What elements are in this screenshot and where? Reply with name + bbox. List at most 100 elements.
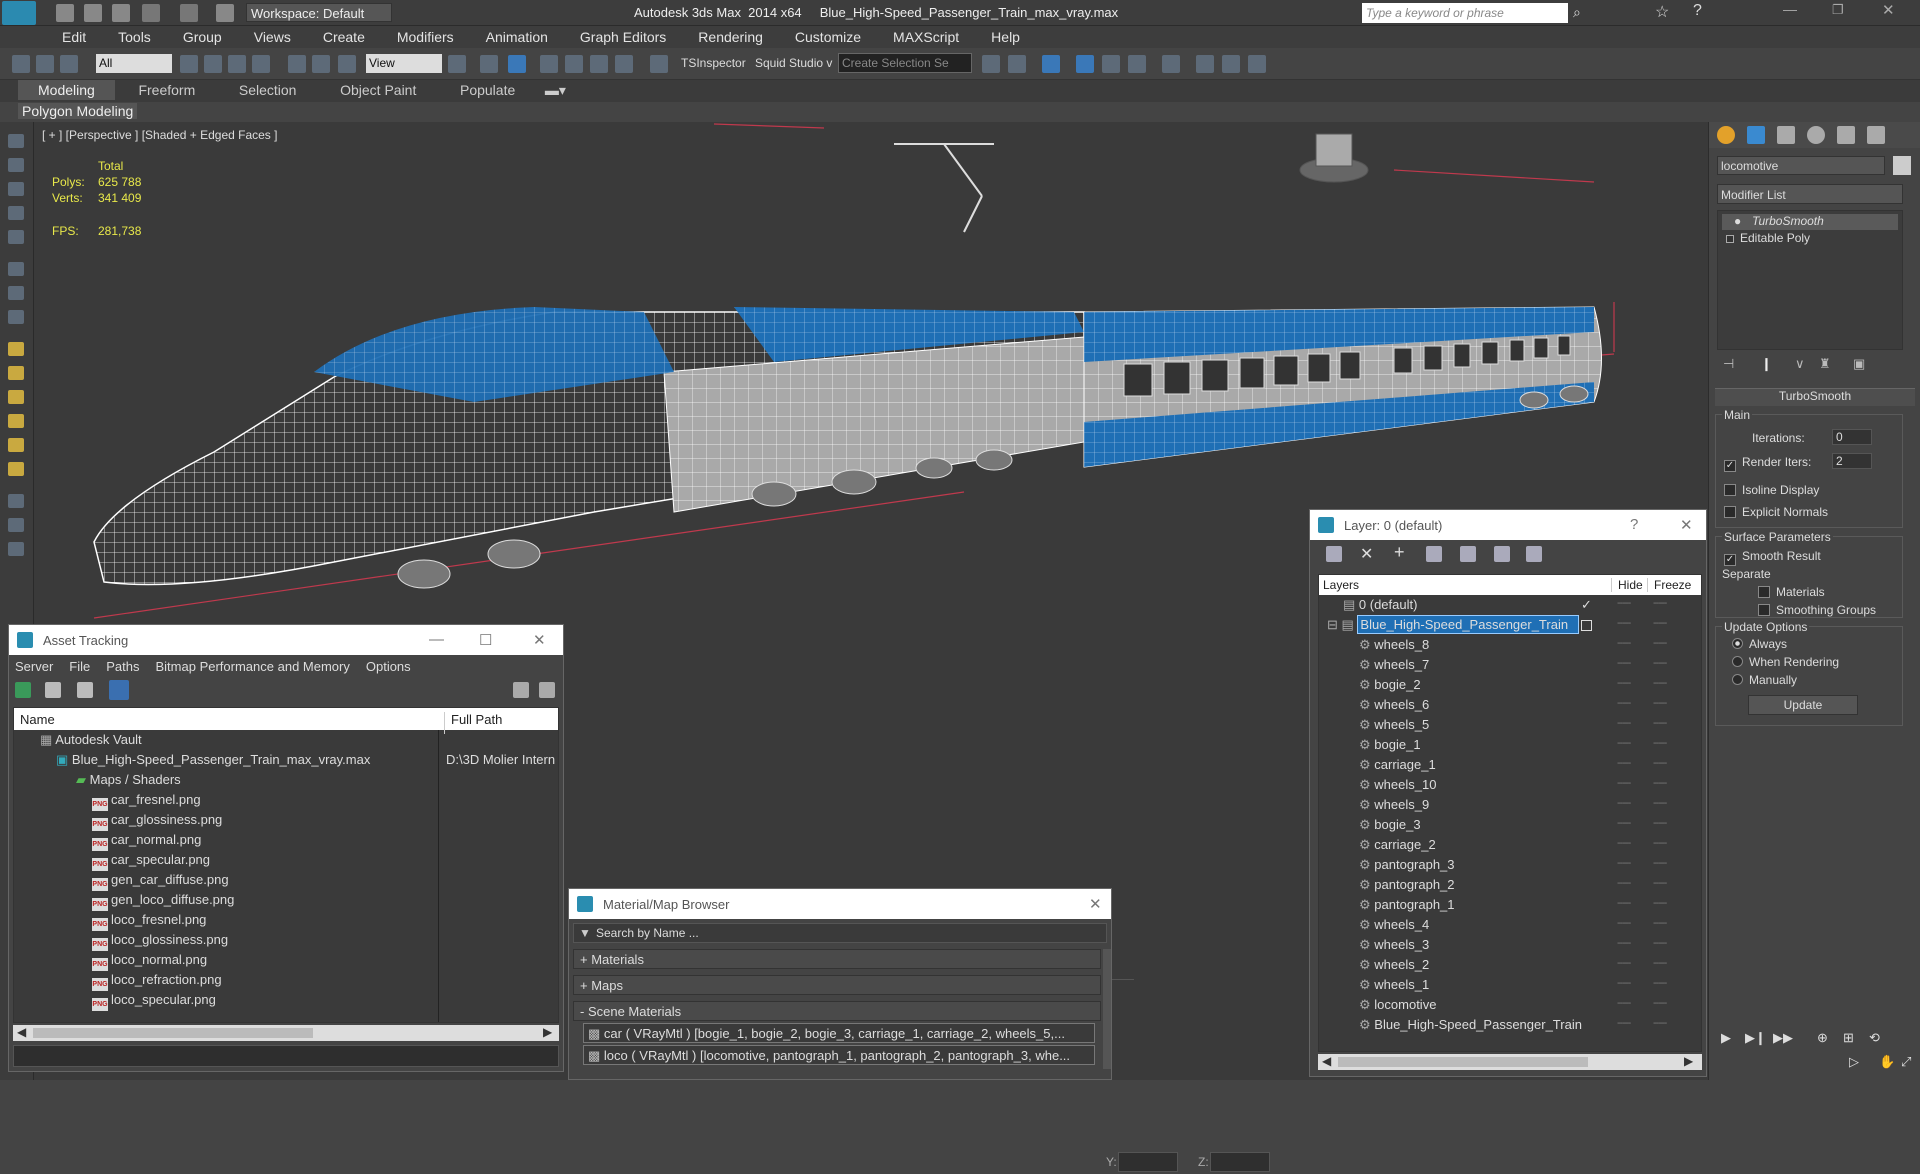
tool-icon-1[interactable] [8, 134, 24, 148]
align-icon[interactable] [1008, 55, 1026, 73]
col-hide[interactable]: Hide [1611, 578, 1643, 592]
select-icon[interactable] [180, 55, 198, 73]
scene-material-loco[interactable]: ▩ loco ( VRayMtl ) [locomotive, pantogra… [583, 1045, 1095, 1065]
select-manipulate-icon[interactable] [480, 55, 498, 73]
material-scrollbar[interactable] [1103, 949, 1111, 1069]
smooth-result-checkbox[interactable]: ✓ Smooth Result [1724, 549, 1821, 566]
freeze-toggle[interactable]: ----- [1653, 737, 1667, 749]
hide-toggle[interactable]: ----- [1617, 657, 1631, 669]
search-field[interactable]: Type a keyword or phrase [1362, 3, 1568, 23]
maximize-icon[interactable]: ☐ [479, 631, 492, 649]
hierarchy-tab-icon[interactable] [1777, 126, 1795, 144]
named-selection-dropdown[interactable]: Create Selection Se [838, 53, 972, 73]
lightbulb-icon[interactable]: ● [1734, 214, 1741, 228]
make-unique-icon[interactable]: ∨ [1795, 356, 1805, 372]
tab-object-paint[interactable]: Object Paint [320, 80, 436, 100]
scroll-right-icon[interactable]: ▶ [1684, 1054, 1693, 1068]
create-layer-icon[interactable] [1326, 546, 1342, 562]
hide-all-icon[interactable] [1494, 546, 1510, 562]
tool-icon-16[interactable] [8, 518, 24, 532]
asset-row-map[interactable]: PNG loco_refraction.png [14, 972, 222, 992]
asset-row-map[interactable]: PNG gen_loco_diffuse.png [14, 892, 234, 912]
hide-toggle[interactable]: ----- [1617, 937, 1631, 949]
help-icon[interactable]: ? [1693, 2, 1702, 20]
grid-view-icon[interactable] [109, 680, 129, 700]
tool-icon-12[interactable] [8, 414, 24, 428]
selection-filter-dropdown[interactable]: All [96, 54, 172, 73]
new-file-icon[interactable] [56, 4, 74, 22]
menu-edit[interactable]: Edit [62, 26, 100, 48]
asset-row-map[interactable]: PNG loco_fresnel.png [14, 912, 206, 932]
explicit-normals-checkbox[interactable]: Explicit Normals [1724, 505, 1828, 519]
hide-toggle[interactable]: ----- [1617, 597, 1631, 609]
freeze-toggle[interactable]: ----- [1653, 817, 1667, 829]
layer-object-row[interactable]: ⚙ wheels_1 ----- ----- [1319, 977, 1701, 997]
angle-snap-icon[interactable] [565, 55, 583, 73]
freeze-toggle[interactable]: ----- [1653, 917, 1667, 929]
menu-server[interactable]: Server [15, 659, 53, 674]
schematic-view-icon[interactable] [1128, 55, 1146, 73]
delete-layer-icon[interactable]: ✕ [1360, 544, 1373, 564]
layer-object-row[interactable]: ⚙ bogie_2 ----- ----- [1319, 677, 1701, 697]
expand-icon[interactable] [1726, 235, 1734, 243]
refresh-icon[interactable] [15, 682, 31, 698]
menu-group[interactable]: Group [183, 26, 236, 48]
list-view-icon[interactable] [45, 682, 61, 698]
freeze-toggle[interactable]: ----- [1653, 697, 1667, 709]
freeze-toggle[interactable]: ----- [1653, 657, 1667, 669]
hide-toggle[interactable]: ----- [1617, 617, 1631, 629]
pivot-icon[interactable] [448, 55, 466, 73]
close-icon[interactable]: ✕ [1680, 516, 1693, 534]
freeze-toggle[interactable]: ----- [1653, 1017, 1667, 1029]
active-check-icon[interactable]: ✓ [1581, 597, 1592, 613]
binoculars-icon[interactable]: ⌕ [1573, 4, 1581, 21]
stack-item-editable-poly[interactable]: Editable Poly [1722, 231, 1898, 247]
scroll-left-icon[interactable]: ◀ [17, 1025, 26, 1039]
layer-object-row[interactable]: ⚙ wheels_6 ----- ----- [1319, 697, 1701, 717]
tool-icon-15[interactable] [8, 494, 24, 508]
menu-tools[interactable]: Tools [118, 26, 165, 48]
scene-material-car[interactable]: ▩ car ( VRayMtl ) [bogie_1, bogie_2, bog… [583, 1023, 1095, 1043]
settings-icon[interactable] [539, 682, 555, 698]
asset-tracking-titlebar[interactable]: Asset Tracking — ☐ ✕ [9, 625, 563, 655]
layer-object-row[interactable]: ⚙ wheels_8 ----- ----- [1319, 637, 1701, 657]
freeze-toggle[interactable]: ----- [1653, 717, 1667, 729]
modifier-list-dropdown[interactable]: Modifier List [1717, 184, 1903, 204]
y-field[interactable] [1118, 1152, 1178, 1172]
freeze-toggle[interactable]: ----- [1653, 897, 1667, 909]
tool-icon-7[interactable] [8, 286, 24, 300]
hide-toggle[interactable]: ----- [1617, 717, 1631, 729]
menu-file[interactable]: File [69, 659, 90, 674]
menu-help[interactable]: Help [991, 26, 1034, 48]
minimize-icon[interactable]: — [429, 631, 444, 648]
hide-toggle[interactable]: ----- [1617, 637, 1631, 649]
tool-icon-10[interactable] [8, 366, 24, 380]
percent-snap-icon[interactable] [590, 55, 608, 73]
filter-icon[interactable]: ▼ [579, 926, 591, 940]
curve-editor-icon[interactable] [1102, 55, 1120, 73]
layer-object-row[interactable]: ⚙ wheels_5 ----- ----- [1319, 717, 1701, 737]
scroll-thumb[interactable] [1338, 1057, 1588, 1067]
bind-space-warp-icon[interactable] [60, 55, 78, 73]
col-layers[interactable]: Layers [1323, 578, 1359, 592]
squid-studio-label[interactable]: Squid Studio v [755, 56, 832, 70]
freeze-toggle[interactable]: ----- [1653, 797, 1667, 809]
tab-modeling[interactable]: Modeling [18, 80, 115, 100]
layer-object-row[interactable]: ⚙ wheels_9 ----- ----- [1319, 797, 1701, 817]
freeze-toggle[interactable]: ----- [1653, 637, 1667, 649]
table-view-icon[interactable] [77, 682, 93, 698]
asset-row-map[interactable]: PNG car_glossiness.png [14, 812, 222, 832]
utilities-tab-icon[interactable] [1867, 126, 1885, 144]
tool-icon-3[interactable] [8, 182, 24, 196]
motion-tab-icon[interactable] [1807, 126, 1825, 144]
iterations-spinner[interactable]: 0 [1832, 429, 1872, 445]
maps-section[interactable]: + Maps [573, 975, 1101, 995]
manually-radio[interactable]: Manually [1732, 673, 1797, 687]
tab-selection[interactable]: Selection [219, 80, 317, 100]
asset-row-map[interactable]: PNG car_fresnel.png [14, 792, 201, 812]
open-file-icon[interactable] [84, 4, 102, 22]
modify-tab-icon[interactable] [1747, 126, 1765, 144]
freeze-toggle[interactable]: ----- [1653, 957, 1667, 969]
asset-row-map[interactable]: PNG gen_car_diffuse.png [14, 872, 229, 892]
add-to-layer-icon[interactable]: + [1394, 542, 1405, 563]
